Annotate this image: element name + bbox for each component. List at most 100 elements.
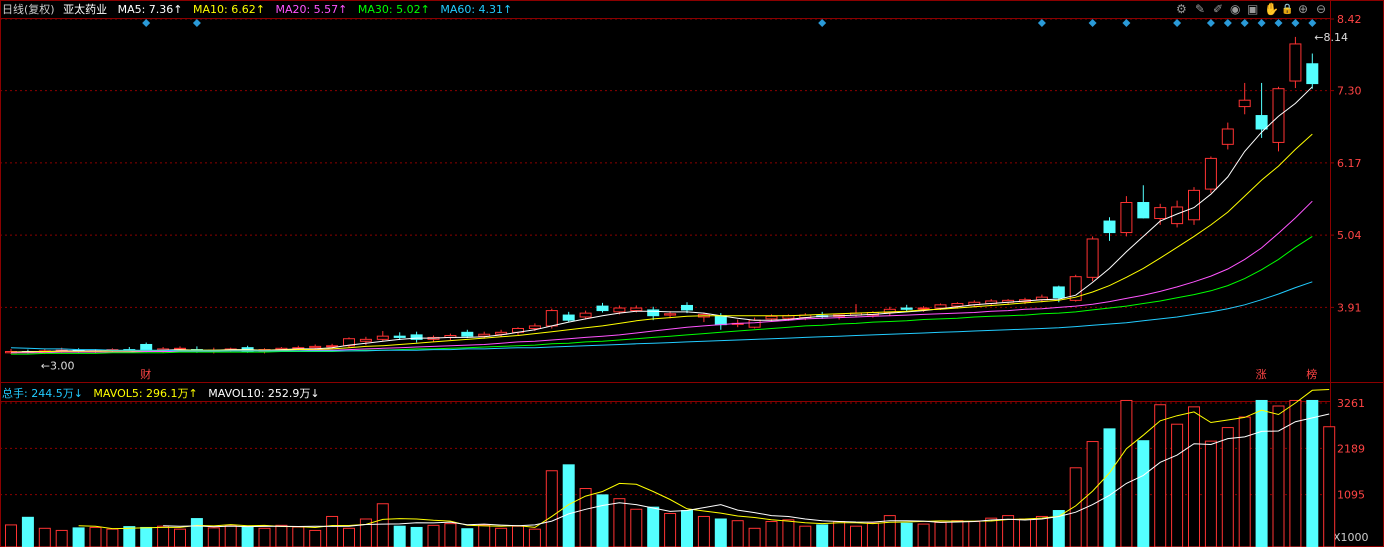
volume-bar[interactable] (866, 522, 879, 547)
volume-bar[interactable] (1137, 440, 1150, 547)
volume-bar[interactable] (985, 517, 998, 547)
candle-body[interactable] (1154, 207, 1167, 220)
candle-body[interactable] (681, 304, 693, 311)
volume-bar[interactable] (55, 529, 68, 547)
volume-bar[interactable] (917, 523, 930, 547)
volume-bar[interactable] (630, 508, 643, 547)
bag-icon[interactable]: ▣ (1247, 2, 1258, 16)
volume-bar[interactable] (748, 527, 761, 547)
candle-body[interactable] (376, 335, 389, 340)
volume-bar[interactable] (1289, 399, 1302, 547)
candle-body[interactable] (1255, 115, 1268, 130)
volume-bar[interactable] (596, 494, 609, 547)
candle-body[interactable] (664, 313, 677, 316)
candle-body[interactable] (900, 307, 913, 310)
volume-bar[interactable] (850, 525, 862, 547)
volume-bar[interactable] (1323, 426, 1336, 547)
candle-body[interactable] (1086, 238, 1099, 278)
volume-bar[interactable] (731, 520, 744, 547)
volume-bar[interactable] (343, 527, 355, 547)
volume-bar[interactable] (697, 515, 710, 547)
candle-body[interactable] (630, 307, 643, 312)
volume-bar[interactable] (900, 522, 913, 547)
volume-bar[interactable] (21, 516, 34, 547)
candle-body[interactable] (596, 305, 609, 312)
volume-bar[interactable] (1306, 399, 1319, 547)
candle-body[interactable] (1238, 99, 1251, 108)
hand-icon[interactable]: ✋ (1264, 2, 1279, 16)
pen-icon[interactable]: ✎ (1195, 2, 1205, 16)
candle-body[interactable] (1120, 202, 1133, 234)
volume-bar[interactable] (799, 525, 812, 547)
event-marker-icon[interactable] (1122, 19, 1131, 27)
pencil-icon[interactable]: ✐ (1213, 2, 1223, 16)
candle-body[interactable] (1306, 63, 1319, 85)
volume-bar[interactable] (613, 498, 626, 547)
candle-body[interactable] (461, 331, 474, 337)
candle-body[interactable] (748, 319, 761, 328)
candle-body[interactable] (393, 335, 406, 338)
event-marker-icon[interactable] (1173, 19, 1182, 27)
candle-body[interactable] (309, 345, 322, 349)
volume-bar[interactable] (1120, 399, 1133, 547)
volume-bar[interactable] (1272, 405, 1285, 547)
candle-body[interactable] (1103, 220, 1116, 234)
volume-bar[interactable] (376, 503, 389, 547)
event-marker-icon[interactable] (1206, 19, 1215, 27)
volume-bar[interactable] (275, 524, 288, 547)
volume-bar[interactable] (393, 525, 406, 547)
volume-bar[interactable] (1069, 467, 1082, 547)
event-marker-icon[interactable] (1308, 19, 1317, 27)
candle-body[interactable] (1272, 88, 1285, 143)
event-marker-icon[interactable] (1240, 19, 1249, 27)
volume-bar[interactable] (461, 528, 474, 547)
volume-bar[interactable] (495, 527, 508, 547)
volume-bar[interactable] (647, 506, 660, 547)
volume-bar[interactable] (326, 515, 339, 547)
event-marker-icon[interactable] (1291, 19, 1300, 27)
event-marker-label[interactable]: 榜 (1306, 367, 1317, 381)
event-marker-icon[interactable] (1274, 19, 1283, 27)
volume-bar[interactable] (174, 528, 186, 547)
candle-body[interactable] (140, 343, 153, 351)
volume-bar[interactable] (1035, 515, 1048, 547)
volume-bar[interactable] (664, 512, 677, 547)
volume-bar[interactable] (528, 528, 541, 547)
event-marker-icon[interactable] (818, 19, 827, 27)
volume-bar[interactable] (157, 525, 170, 547)
candle-body[interactable] (1137, 202, 1150, 219)
volume-bar[interactable] (444, 523, 457, 547)
settings-icon[interactable]: ⚙ (1176, 2, 1187, 16)
candle-body[interactable] (917, 307, 930, 310)
candle-body[interactable] (765, 315, 778, 320)
event-marker-icon[interactable] (1088, 19, 1097, 27)
volume-bar[interactable] (1188, 406, 1200, 547)
candle-body[interactable] (528, 325, 541, 329)
volume-bar[interactable] (512, 525, 524, 547)
event-marker-icon[interactable] (142, 19, 151, 27)
volume-bar[interactable] (951, 520, 964, 547)
candle-body[interactable] (562, 314, 575, 321)
volume-bar[interactable] (1204, 440, 1217, 547)
event-marker-label[interactable]: 涨 (1256, 368, 1267, 381)
candle-body[interactable] (1052, 286, 1065, 299)
zoom-out-icon[interactable]: ⊖ (1316, 2, 1326, 16)
candle-body[interactable] (951, 303, 964, 307)
candle-body[interactable] (934, 304, 947, 309)
candle-body[interactable] (1204, 157, 1217, 190)
volume-bar[interactable] (562, 464, 575, 547)
period-label[interactable]: 日线(复权) (2, 3, 55, 16)
volume-bar[interactable] (1255, 399, 1268, 547)
candle-body[interactable] (359, 338, 372, 342)
candle-body[interactable] (714, 315, 727, 326)
event-marker-icon[interactable] (192, 19, 201, 27)
eye-icon[interactable]: ◉ (1230, 2, 1240, 16)
volume-bar[interactable] (309, 529, 322, 547)
volume-bar[interactable] (258, 527, 271, 547)
volume-bar[interactable] (190, 518, 203, 547)
volume-bar[interactable] (1019, 518, 1031, 547)
candle-body[interactable] (545, 310, 558, 327)
event-marker-icon[interactable] (1257, 19, 1266, 27)
volume-bar[interactable] (89, 526, 102, 547)
volume-bar[interactable] (968, 521, 981, 547)
